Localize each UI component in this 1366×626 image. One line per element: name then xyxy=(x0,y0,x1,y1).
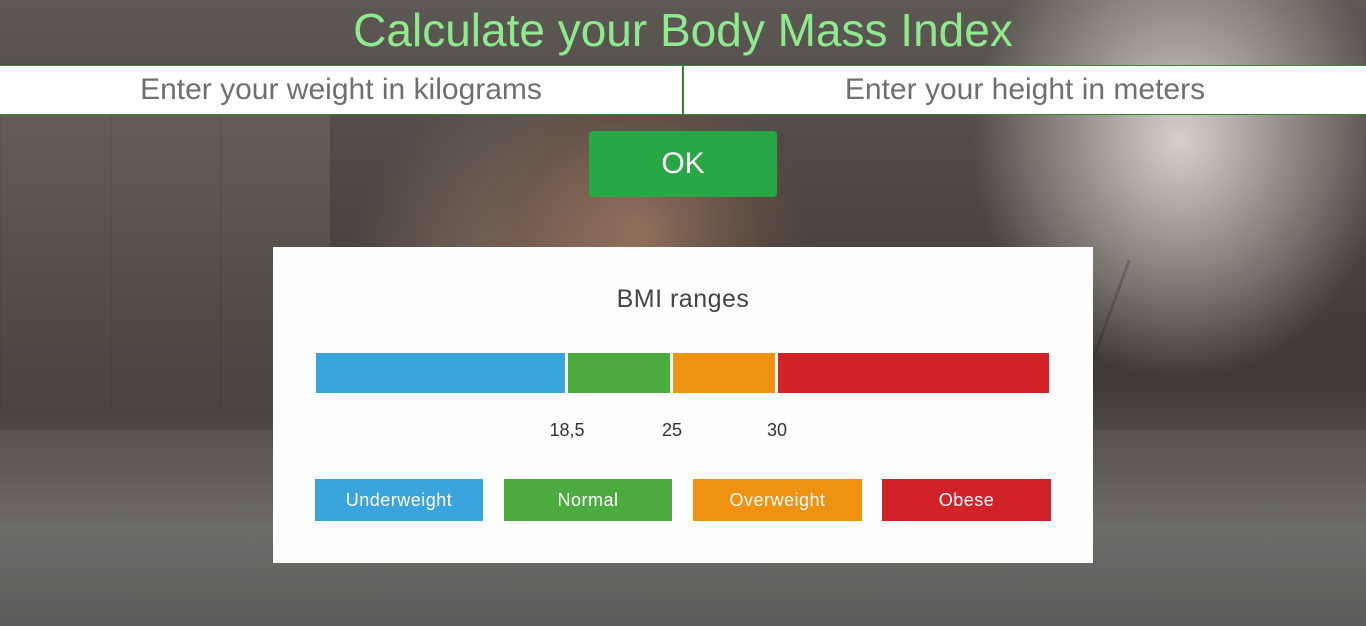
legend-overweight: Overweight xyxy=(693,479,862,521)
legend-underweight: Underweight xyxy=(315,479,483,521)
threshold-label: 30 xyxy=(766,420,788,440)
input-row xyxy=(0,65,1366,115)
bmi-ranges-title: BMI ranges xyxy=(616,285,750,313)
weight-input[interactable] xyxy=(0,66,684,114)
bar-segment-normal xyxy=(568,353,670,393)
background-tripod xyxy=(1062,260,1331,440)
ok-button[interactable]: OK xyxy=(589,131,777,197)
bar-segment-overweight xyxy=(673,353,775,393)
page-title: Calculate your Body Mass Index xyxy=(353,4,1013,56)
height-input[interactable] xyxy=(684,66,1366,114)
legend-obese: Obese xyxy=(882,479,1051,521)
threshold-label: 25 xyxy=(661,420,683,440)
bmi-range-bar xyxy=(316,353,1049,393)
legend-normal: Normal xyxy=(504,479,672,521)
bar-segment-underweight xyxy=(316,353,565,393)
page: Calculate your Body Mass Index OK BMI ra… xyxy=(0,0,1366,626)
threshold-label: 18,5 xyxy=(549,420,585,440)
bar-segment-obese xyxy=(778,353,1049,393)
bmi-ranges-card: BMI ranges 18,5 25 30 Underweight Normal… xyxy=(273,247,1093,563)
